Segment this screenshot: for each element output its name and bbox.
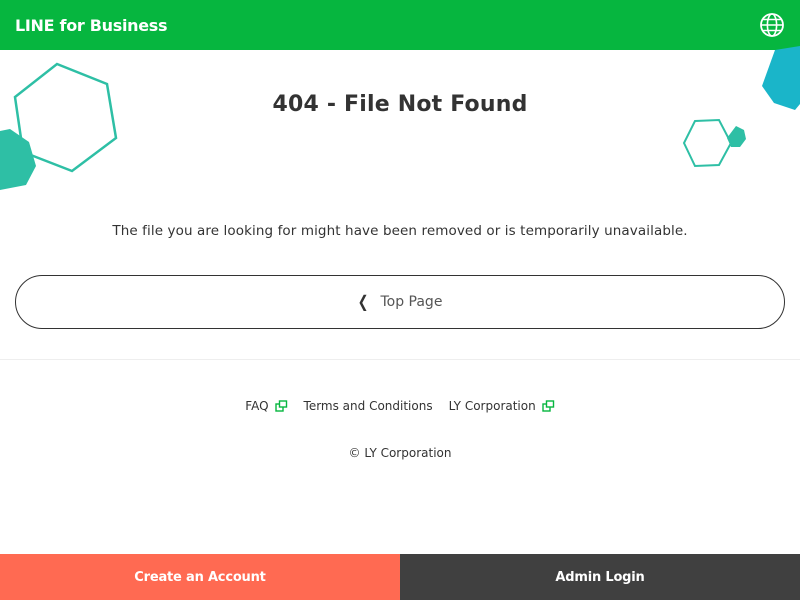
top-page-button[interactable]: ❮ Top Page (15, 275, 785, 329)
chevron-left-icon: ❮ (357, 292, 369, 312)
outline-hexagon-small (682, 118, 733, 168)
admin-login-button[interactable]: Admin Login (400, 554, 800, 600)
ly-corporation-link[interactable]: LY Corporation (449, 399, 555, 413)
external-link-icon (542, 400, 554, 412)
outline-hexagon-large (13, 62, 118, 173)
bottom-action-bar: Create an Account Admin Login (0, 554, 800, 600)
faq-link[interactable]: FAQ (245, 399, 287, 413)
external-link-icon (274, 400, 287, 412)
filled-hexagon-small (727, 126, 746, 147)
page-title: 404 - File Not Found (272, 92, 528, 117)
copyright: © LY Corporation (348, 446, 452, 460)
create-account-button[interactable]: Create an Account (0, 554, 400, 600)
faq-link-label: FAQ (245, 399, 269, 413)
top-page-label: Top Page (380, 294, 443, 310)
brand-logo[interactable]: LINE for Business (15, 16, 168, 35)
terms-link-label: Terms and Conditions (303, 399, 433, 413)
footer-links: FAQ Terms and Conditions LY Corporation (0, 399, 800, 413)
globe-icon[interactable] (759, 12, 785, 38)
filled-hexagon-left (0, 129, 36, 190)
section-divider (0, 359, 800, 360)
ly-corporation-link-label: LY Corporation (448, 399, 536, 413)
top-header: LINE for Business (0, 0, 800, 50)
terms-link[interactable]: Terms and Conditions (304, 399, 433, 413)
error-message: The file you are looking for might have … (112, 223, 688, 239)
